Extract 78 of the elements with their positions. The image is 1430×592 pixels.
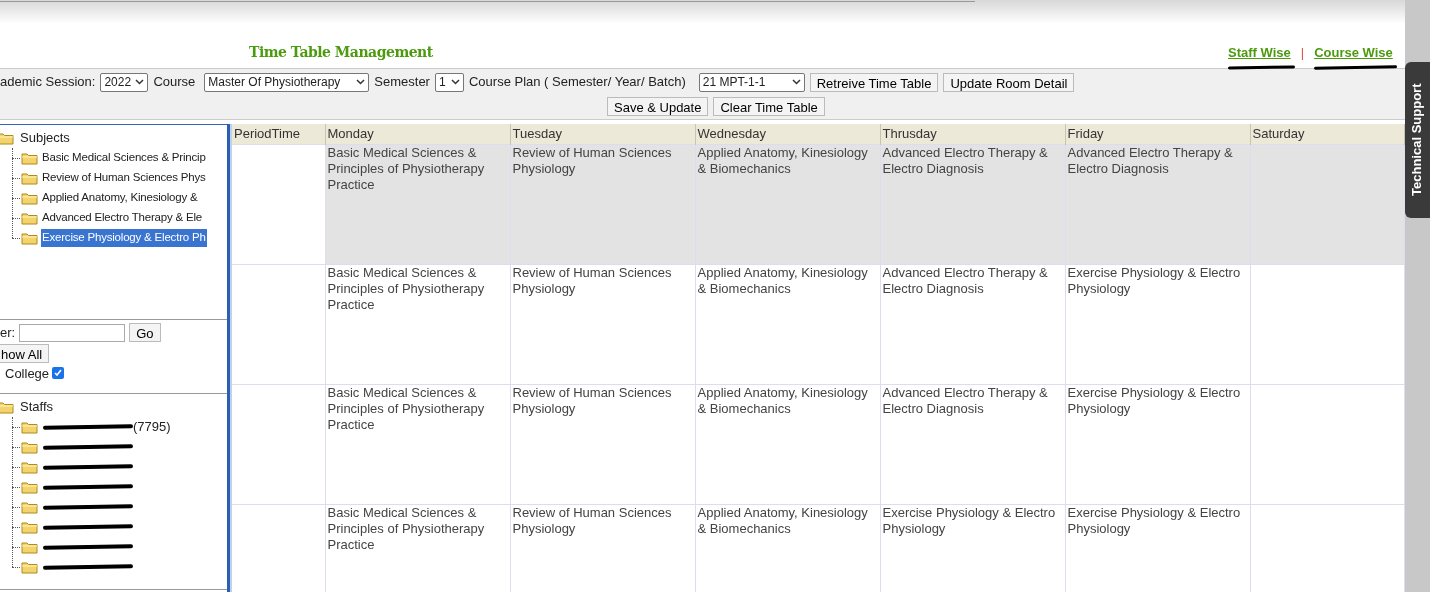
table-cell: Exercise Physiology & Electro Physiology (880, 504, 1065, 592)
select-dropdown[interactable]: 21 MPT-1-1 (698, 72, 805, 92)
nav-link[interactable]: Staff Wise (1228, 43, 1291, 63)
table-cell: Exercise Physiology & Electro Physiology (1065, 504, 1250, 592)
folder-icon (21, 420, 38, 434)
folder-icon (21, 520, 38, 534)
button[interactable]: Retreive Time Table (809, 72, 939, 92)
button[interactable]: Save & Update (607, 96, 709, 116)
nav-link[interactable]: Course Wise (1314, 43, 1393, 63)
folder-icon (21, 191, 38, 205)
field-label: ademic Session: (0, 73, 96, 92)
column-header: Thrusday (880, 124, 1065, 144)
folder-icon (21, 480, 38, 494)
folder-icon (21, 440, 38, 454)
tree-item[interactable]: Exercise Physiology & Electro Ph (41, 229, 207, 247)
caret-icon (356, 79, 366, 85)
button[interactable]: how All (0, 343, 50, 363)
scrollbar[interactable]: Technical Support (1405, 0, 1430, 592)
folder-icon (21, 151, 38, 165)
tree-item[interactable]: Basic Medical Sciences & Princip (41, 149, 207, 167)
table-cell: Applied Anatomy, Kinesiology & Biomechanics (695, 384, 880, 504)
page-title: Time Table Management (249, 43, 433, 62)
folder-icon (21, 171, 38, 185)
select-dropdown[interactable]: 2022 (100, 72, 149, 92)
checkbox[interactable] (52, 367, 65, 380)
table-cell: Advanced Electro Therapy & Electro Diagnosis (880, 264, 1065, 384)
column-header: Tuesday (510, 124, 695, 144)
tree-root-label: Staffs (20, 398, 53, 417)
column-header: PeriodTime (232, 124, 325, 144)
technical-support-tab[interactable]: Technical Support (1405, 62, 1430, 218)
table-cell: Basic Medical Sciences & Principles of Physiotherapy Practice (325, 144, 510, 264)
checkbox-label: College (5, 364, 50, 383)
link-separator: | (1300, 44, 1305, 62)
tree-item[interactable]: (7795) (133, 417, 171, 437)
table-cell: Review of Human Sciences Physiology (510, 144, 695, 264)
tree-root-label: Subjects (20, 129, 70, 148)
field-label: er: (0, 324, 16, 342)
folder-icon (21, 500, 38, 514)
column-header: Friday (1065, 124, 1250, 144)
button[interactable]: Update Room Detail (943, 72, 1075, 92)
text-field[interactable] (19, 323, 126, 342)
table-cell: Review of Human Sciences Physiology (510, 504, 695, 592)
folder-icon (21, 540, 38, 554)
button[interactable]: Go (129, 323, 161, 343)
column-header: Wednesday (695, 124, 880, 144)
table-cell: Exercise Physiology & Electro Physiology (1065, 264, 1250, 384)
table-cell: Advanced Electro Therapy & Electro Diagnosis (880, 144, 1065, 264)
folder-icon (21, 560, 38, 574)
table-cell: Exercise Physiology & Electro Physiology (1065, 384, 1250, 504)
table-cell: Review of Human Sciences Physiology (510, 384, 695, 504)
column-header: Monday (325, 124, 510, 144)
table-cell: Applied Anatomy, Kinesiology & Biomechanics (695, 144, 880, 264)
column-header: Saturday (1250, 124, 1405, 144)
table-cell: Applied Anatomy, Kinesiology & Biomechanics (695, 264, 880, 384)
select-dropdown[interactable]: 1 (434, 72, 464, 92)
field-label: Semester (374, 73, 430, 92)
table-cell: Basic Medical Sciences & Principles of Physiotherapy Practice (325, 264, 510, 384)
button[interactable]: Clear Time Table (713, 96, 825, 116)
field-label: Course Plan ( Semester/ Year/ Batch) (468, 73, 686, 92)
tree-item[interactable]: Advanced Electro Therapy & Ele (41, 209, 203, 227)
caret-icon (450, 79, 460, 85)
field-label: Course (153, 73, 196, 92)
table-cell: Advanced Electro Therapy & Electro Diagnosis (1065, 144, 1250, 264)
table-cell: Review of Human Sciences Physiology (510, 264, 695, 384)
folder-icon (0, 400, 14, 414)
folder-icon (21, 231, 38, 245)
caret-icon (135, 79, 145, 85)
table-cell: Basic Medical Sciences & Principles of Physiotherapy Practice (325, 384, 510, 504)
tree-item[interactable]: Applied Anatomy, Kinesiology & (41, 189, 199, 207)
select-dropdown[interactable]: Master Of Physiotherapy (204, 72, 370, 92)
table-cell: Basic Medical Sciences & Principles of Physiotherapy Practice (325, 504, 510, 592)
folder-icon (21, 460, 38, 474)
folder-icon (0, 131, 14, 145)
table-cell: Applied Anatomy, Kinesiology & Biomechanics (695, 504, 880, 592)
folder-icon (21, 211, 38, 225)
table-cell: Advanced Electro Therapy & Electro Diagnosis (880, 384, 1065, 504)
caret-icon (791, 79, 801, 85)
tree-item[interactable]: Review of Human Sciences Phys (41, 169, 207, 187)
